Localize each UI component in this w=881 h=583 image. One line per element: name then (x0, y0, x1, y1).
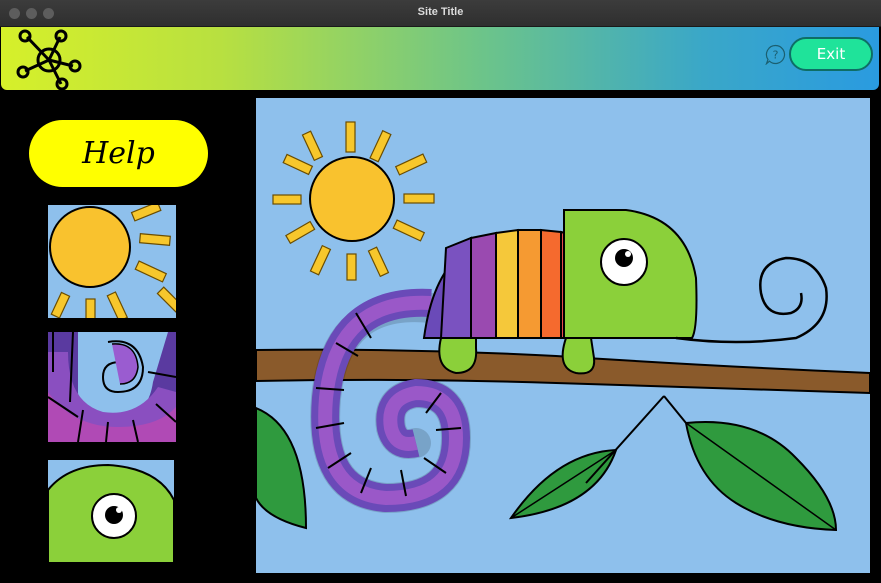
window-title-bar: Site Title (0, 0, 881, 27)
help-icon-label: ? (773, 49, 779, 62)
puzzle-tile-eye[interactable] (48, 460, 174, 563)
puzzle-tile-sun[interactable] (48, 205, 176, 318)
network-hub-icon (16, 29, 82, 91)
body-drawing (422, 228, 587, 339)
app-header: ? Exit (1, 27, 879, 91)
exit-button[interactable]: Exit (789, 37, 873, 71)
puzzle-tile-tail[interactable] (48, 332, 176, 442)
help-button[interactable]: Help (29, 120, 208, 187)
back-leg-drawing (438, 337, 478, 375)
window-title: Site Title (417, 6, 464, 18)
front-leg-drawing (561, 337, 596, 375)
question-bubble-icon[interactable]: ? (765, 44, 786, 65)
chameleon-picture (256, 98, 870, 573)
